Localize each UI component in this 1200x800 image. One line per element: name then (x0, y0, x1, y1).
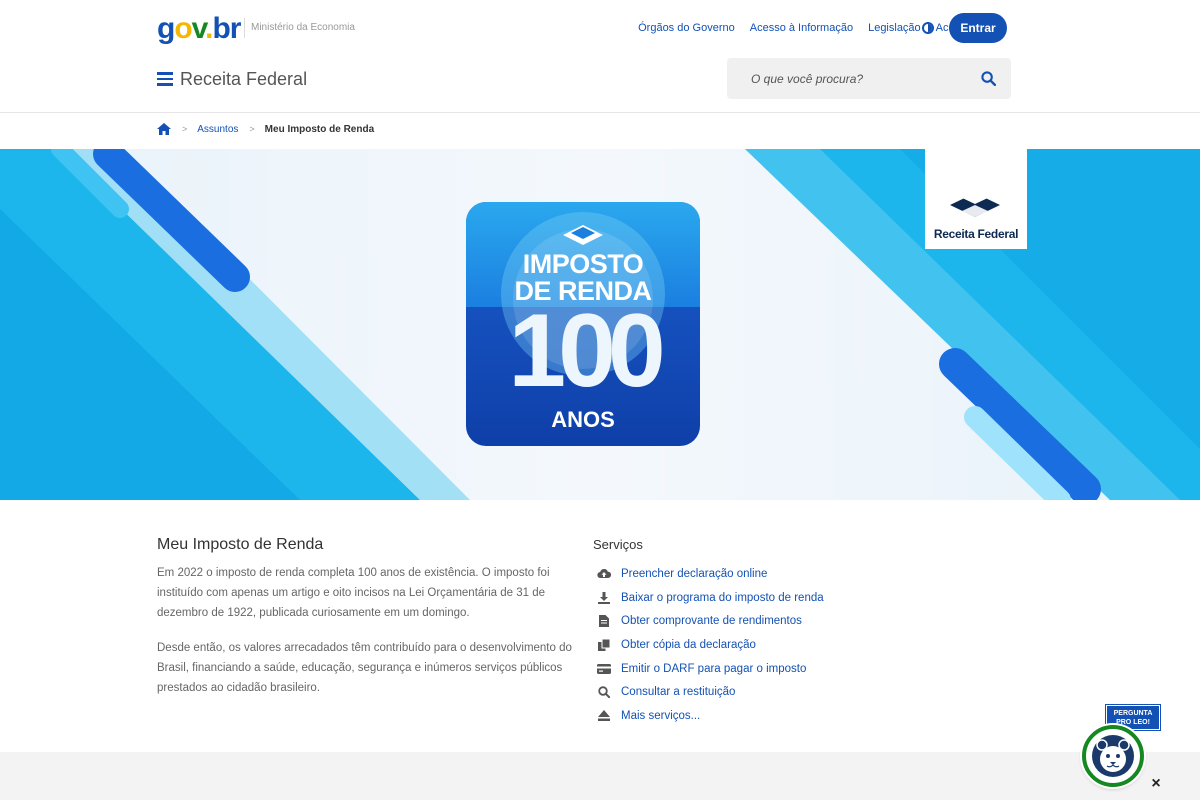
service-item[interactable]: Baixar o programa do imposto de renda (597, 586, 824, 610)
services-list: Preencher declaração online Baixar o pro… (597, 562, 824, 728)
gov-br-logo[interactable]: gov.br (157, 10, 241, 44)
service-item[interactable]: Emitir o DARF para pagar o imposto (597, 657, 824, 681)
content-title: Meu Imposto de Renda (157, 536, 324, 553)
service-link-baixar-programa[interactable]: Baixar o programa do imposto de renda (621, 592, 824, 604)
site-title[interactable]: Receita Federal (180, 69, 307, 90)
service-link-darf[interactable]: Emitir o DARF para pagar o imposto (621, 663, 806, 675)
service-link-copia-declaracao[interactable]: Obter cópia da declaração (621, 639, 756, 651)
contrast-toggle-icon[interactable] (922, 22, 934, 34)
eject-icon (597, 710, 611, 722)
footer-strip (0, 752, 1200, 800)
logo-divider (244, 18, 245, 38)
hamburger-menu-icon[interactable] (157, 72, 173, 86)
top-link-acesso-informacao[interactable]: Acesso à Informação (750, 22, 853, 34)
document-icon (597, 615, 611, 628)
ministry-name: Ministério da Economia (251, 22, 355, 33)
top-link-legislacao[interactable]: Legislação (868, 22, 921, 34)
search-box (727, 58, 1011, 99)
badge-subtitle: ANOS (551, 407, 615, 432)
badge-number: 100 (508, 293, 666, 409)
service-item[interactable]: Obter cópia da declaração (597, 633, 824, 657)
credit-card-icon (597, 663, 611, 675)
service-link-preencher[interactable]: Preencher declaração online (621, 568, 767, 580)
search-icon[interactable] (981, 71, 996, 86)
copy-icon (597, 638, 611, 651)
site-header: gov.br Ministério da Economia Órgãos do … (0, 0, 1200, 113)
home-icon[interactable] (157, 123, 171, 135)
leo-chat-avatar[interactable] (1082, 725, 1144, 787)
service-link-comprovante[interactable]: Obter comprovante de rendimentos (621, 615, 802, 627)
service-item[interactable]: Preencher declaração online (597, 562, 824, 586)
hero-banner: IMPOSTO DE RENDA 100 ANOS Receita Federa… (0, 149, 1200, 500)
content-paragraph-2: Desde então, os valores arrecadados têm … (157, 642, 572, 694)
breadcrumb-current: Meu Imposto de Renda (264, 123, 375, 135)
login-button[interactable]: Entrar (949, 13, 1007, 43)
service-item[interactable]: Consultar a restituição (597, 680, 824, 704)
top-link-orgaos[interactable]: Órgãos do Governo (638, 22, 735, 34)
lion-icon (1092, 735, 1134, 777)
breadcrumb: > Assuntos > Meu Imposto de Renda (157, 121, 374, 137)
corner-logo-text: Receita Federal (933, 227, 1019, 241)
chat-close-button[interactable]: × (1149, 776, 1163, 792)
service-link-mais-servicos[interactable]: Mais serviços... (621, 710, 700, 722)
content-paragraph-1: Em 2022 o imposto de renda completa 100 … (157, 567, 550, 619)
cloud-upload-icon (597, 568, 611, 580)
breadcrumb-link-assuntos[interactable]: Assuntos (197, 124, 238, 135)
service-item[interactable]: Mais serviços... (597, 704, 824, 728)
service-link-restituicao[interactable]: Consultar a restituição (621, 686, 735, 698)
search-icon (597, 686, 611, 699)
search-input[interactable] (727, 58, 967, 99)
breadcrumb-separator: > (182, 124, 188, 134)
service-item[interactable]: Obter comprovante de rendimentos (597, 609, 824, 633)
download-icon (597, 591, 611, 604)
services-title: Serviços (593, 537, 643, 552)
breadcrumb-separator: > (249, 124, 255, 134)
